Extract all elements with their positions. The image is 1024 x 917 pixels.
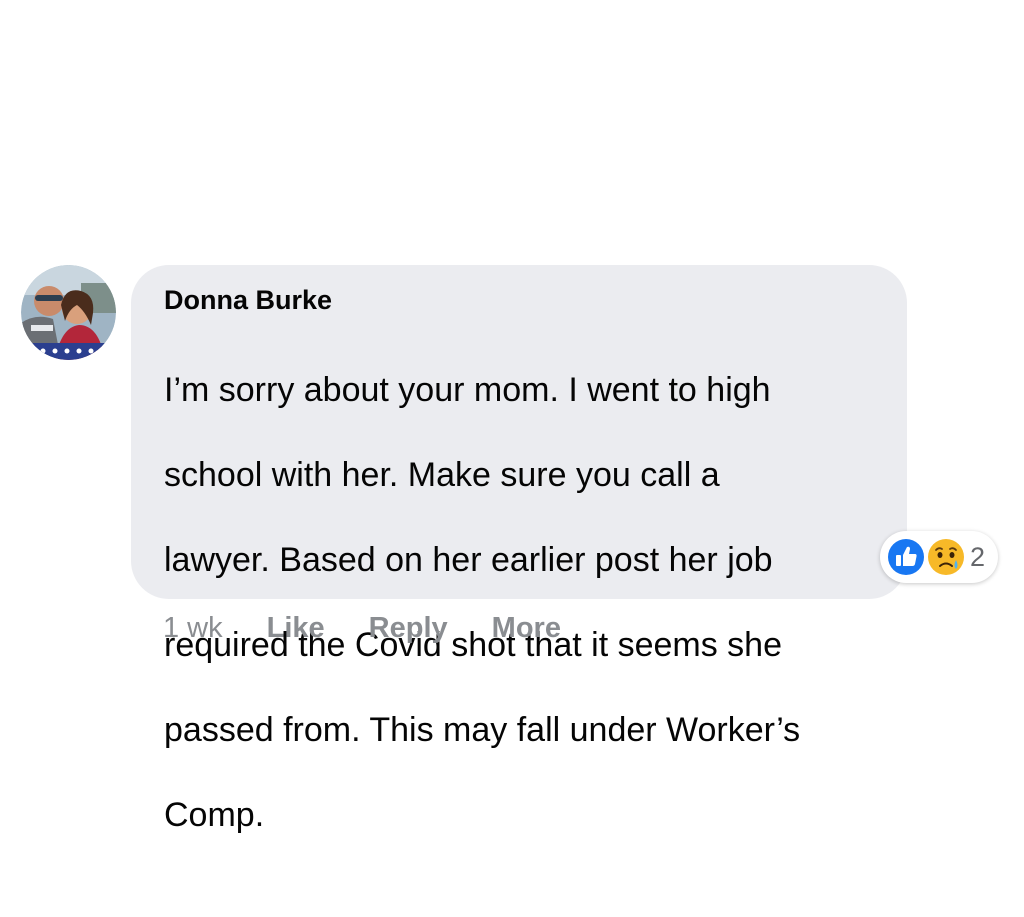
comment-bubble[interactable]: Donna Burke I’m sorry about your mom. I … [131,265,907,834]
reaction-count: 2 [970,542,986,572]
profile-photo-icon [21,265,116,360]
reply-button[interactable]: Reply [369,612,448,645]
comment-text: I’m sorry about your mom. I went to high… [164,326,877,836]
comment-text-line: Comp. [164,795,265,834]
reaction-summary[interactable]: 2 [880,531,998,583]
comment-text-line: passed from. This may fall under Worker’… [164,710,801,749]
sad-icon [926,537,966,577]
like-button[interactable]: Like [267,612,325,645]
comment-actions: 1 wk Like Reply More [163,608,605,648]
comment-author[interactable]: Donna Burke [164,283,877,317]
like-icon [886,537,926,577]
comment-timestamp[interactable]: 1 wk [163,612,223,645]
comment-text-line: I’m sorry about your mom. I went to high [164,370,771,409]
more-button[interactable]: More [492,612,561,645]
comment-text-line: lawyer. Based on her earlier post her jo… [164,540,773,579]
avatar[interactable] [21,265,116,360]
comment-text-line: school with her. Make sure you call a [164,455,720,494]
